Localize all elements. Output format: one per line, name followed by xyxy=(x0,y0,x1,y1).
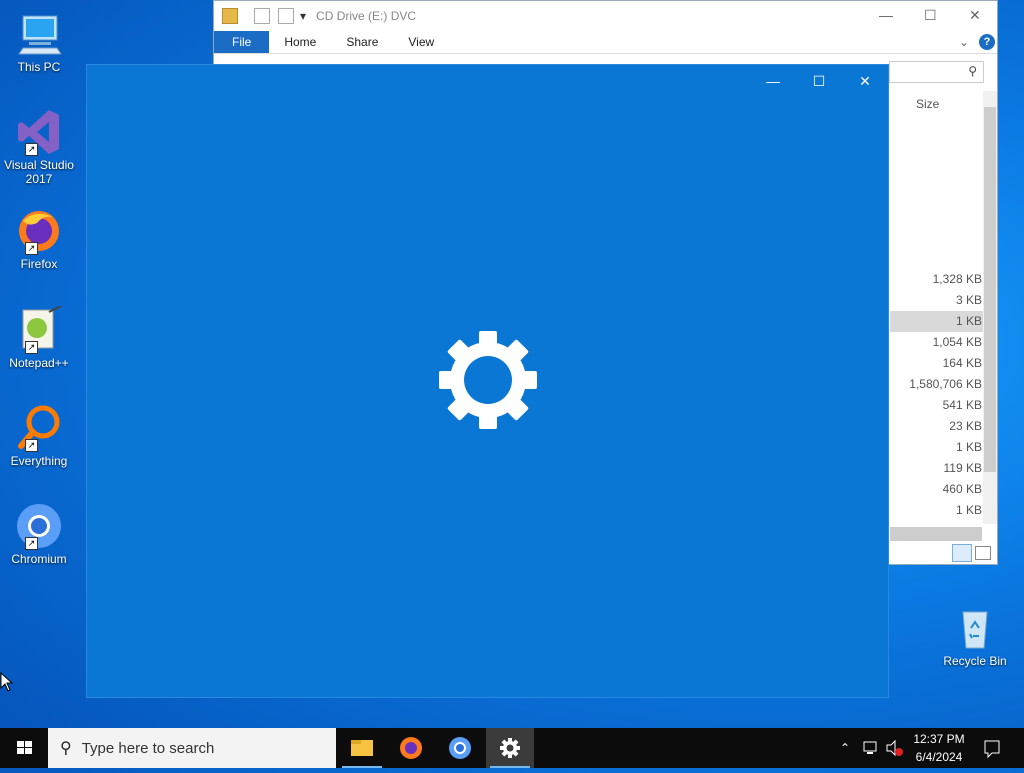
expand-ribbon-icon[interactable]: ⌄ xyxy=(959,35,969,49)
search-icon: ⚲ xyxy=(968,64,977,78)
tab-home[interactable]: Home xyxy=(269,31,331,53)
horizontal-scrollbar[interactable] xyxy=(890,527,982,541)
list-item[interactable]: 1 KB xyxy=(890,437,984,458)
size-column-header[interactable]: Size xyxy=(916,97,939,111)
clock-time: 12:37 PM xyxy=(913,732,965,746)
list-item[interactable]: 541 KB xyxy=(890,395,984,416)
list-item[interactable]: 1,580,706 KB xyxy=(890,374,984,395)
list-item[interactable]: 1 KB xyxy=(890,311,984,332)
maximize-button[interactable]: ☐ xyxy=(796,73,842,91)
system-clock[interactable]: 12:37 PM 6/4/2024 xyxy=(906,730,972,766)
tab-file[interactable]: File xyxy=(214,31,270,53)
notepadpp-icon: ↗ xyxy=(15,305,63,354)
properties-icon[interactable] xyxy=(254,8,270,24)
taskbar-firefox[interactable] xyxy=(387,728,435,768)
list-item[interactable]: 119 KB xyxy=(890,458,984,479)
list-item[interactable]: 1,054 KB xyxy=(890,332,984,353)
desktop-icon-visual-studio[interactable]: ↗ Visual Studio 2017 xyxy=(4,108,74,186)
list-item[interactable]: 3 KB xyxy=(890,290,984,311)
list-item[interactable]: 23 KB xyxy=(890,416,984,437)
desktop-icon-label: Recycle Bin xyxy=(943,654,1007,668)
clock-date: 6/4/2024 xyxy=(915,750,963,764)
scrollbar-thumb[interactable] xyxy=(984,107,996,472)
explorer-search-input[interactable]: ⚲ xyxy=(889,61,984,83)
details-view-icon[interactable] xyxy=(952,544,972,562)
search-placeholder: Type here to search xyxy=(81,739,215,757)
minimize-button[interactable]: — xyxy=(750,73,796,91)
new-folder-icon[interactable] xyxy=(278,8,294,24)
list-item[interactable]: 1,328 KB xyxy=(890,269,984,290)
everything-search-icon: ↗ xyxy=(15,404,63,452)
firefox-icon: ↗ xyxy=(15,207,63,255)
list-item[interactable]: 1 KB xyxy=(890,500,984,521)
folder-icon xyxy=(222,8,238,24)
taskbar-chromium[interactable] xyxy=(436,728,484,768)
explorer-minimize-button[interactable]: — xyxy=(879,7,893,23)
visual-studio-icon: ↗ xyxy=(15,108,63,156)
windows-logo-icon xyxy=(17,741,32,754)
taskbar-search-input[interactable]: ⚲ Type here to search xyxy=(48,728,336,768)
tab-share[interactable]: Share xyxy=(331,31,393,53)
settings-app-window[interactable]: — ☐ ✕ xyxy=(86,64,889,698)
search-icon: ⚲ xyxy=(60,740,72,757)
large-icons-view-icon[interactable] xyxy=(975,546,991,560)
desktop-icon-chromium[interactable]: ↗ Chromium xyxy=(4,502,74,566)
settings-gear-icon xyxy=(500,738,520,758)
qat-dropdown-icon[interactable]: ▾ xyxy=(300,9,306,23)
chromium-icon xyxy=(449,737,471,759)
show-hidden-icons-chevron-icon[interactable]: ⌃ xyxy=(840,728,850,768)
computer-icon xyxy=(15,10,63,58)
explorer-close-button[interactable]: ✕ xyxy=(969,7,981,24)
desktop-icon-label: Firefox xyxy=(20,257,58,271)
desktop-icon-notepadpp[interactable]: ↗ Notepad++ xyxy=(4,305,74,370)
start-button[interactable] xyxy=(0,728,48,768)
tab-view[interactable]: View xyxy=(393,31,449,53)
taskbar-settings[interactable] xyxy=(486,728,534,768)
volume-muted-icon[interactable] xyxy=(885,728,903,768)
explorer-title: CD Drive (E:) DVC xyxy=(316,9,417,23)
explorer-maximize-button[interactable]: ☐ xyxy=(924,7,937,24)
desktop-icon-everything[interactable]: ↗ Everything xyxy=(4,404,74,468)
desktop-icon-label: Visual Studio 2017 xyxy=(4,158,74,186)
firefox-icon xyxy=(400,737,422,759)
close-button[interactable]: ✕ xyxy=(842,73,888,91)
explorer-ribbon-tabs: File Home Share View ⌄ ? xyxy=(214,31,997,54)
taskbar: ⚲ Type here to search ⌃ 12:37 PM 6/4/202… xyxy=(0,728,1024,768)
desktop-icon-label: Chromium xyxy=(11,552,67,566)
desktop-icon-label: Notepad++ xyxy=(9,356,69,370)
desktop-icon-label: Everything xyxy=(10,454,68,468)
file-size-list: 1,328 KB 3 KB 1 KB 1,054 KB 164 KB 1,580… xyxy=(890,269,984,521)
notification-center-icon[interactable] xyxy=(982,728,1002,768)
chromium-icon: ↗ xyxy=(15,502,63,550)
help-icon[interactable]: ? xyxy=(979,34,995,50)
list-item[interactable]: 164 KB xyxy=(890,353,984,374)
desktop-icon-recycle-bin[interactable]: Recycle Bin xyxy=(940,604,1010,668)
gear-icon xyxy=(439,331,537,429)
recycle-bin-icon xyxy=(951,604,999,652)
file-explorer-icon xyxy=(351,740,373,756)
mouse-cursor-icon xyxy=(0,672,14,692)
desktop-icon-label: This PC xyxy=(17,60,61,74)
vertical-scrollbar[interactable] xyxy=(983,91,997,524)
desktop-icon-firefox[interactable]: ↗ Firefox xyxy=(4,207,74,271)
network-icon[interactable] xyxy=(862,728,880,768)
taskbar-file-explorer[interactable] xyxy=(338,728,386,768)
list-item[interactable]: 460 KB xyxy=(890,479,984,500)
desktop-icon-this-pc[interactable]: This PC xyxy=(4,10,74,74)
